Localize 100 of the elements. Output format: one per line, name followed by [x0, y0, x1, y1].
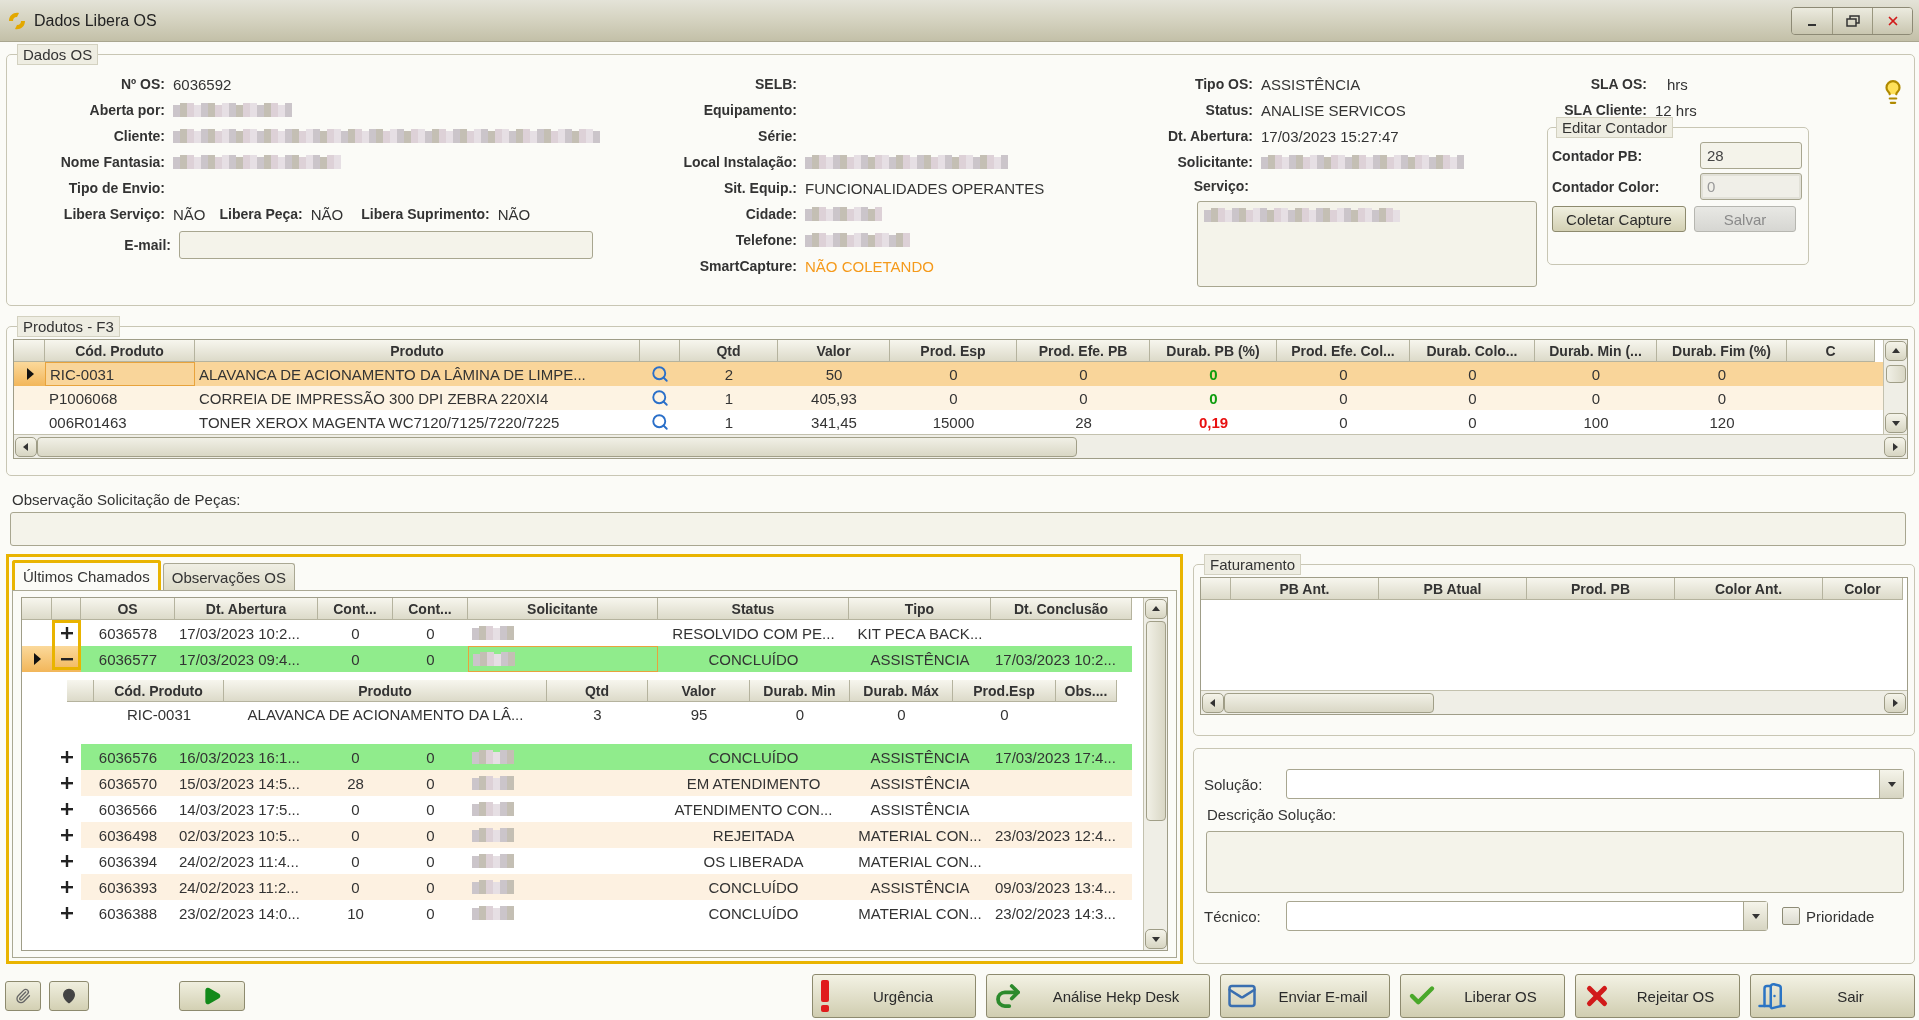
table-cell-text: 006R01463 — [48, 412, 128, 433]
column-header[interactable]: Durab. Min (... — [1535, 340, 1657, 362]
plus-icon[interactable] — [60, 751, 73, 763]
close-button[interactable] — [1872, 7, 1912, 34]
column-header[interactable]: Cód. Produto — [45, 340, 195, 362]
scroll-down-button[interactable] — [1884, 413, 1907, 433]
table-row[interactable]: 6036393 24/02/2023 11:2... 0 0 CONCLUÍDO ASSISTÊNCIA 09/03/2023 13:4... — [81, 874, 1132, 900]
scroll-up-button[interactable] — [1144, 599, 1167, 619]
scroll-thumb[interactable] — [37, 436, 1077, 457]
restore-button[interactable] — [1832, 7, 1872, 34]
exit-button[interactable]: Sair — [1750, 974, 1915, 1018]
table-row[interactable]: 6036576 16/03/2023 16:1... 0 0 CONCLUÍDO ASSISTÊNCIA 17/03/2023 17:4... — [81, 744, 1132, 770]
reject-button[interactable]: Rejeitar OS — [1575, 974, 1740, 1018]
column-header[interactable]: Durab. Colo... — [1410, 340, 1535, 362]
search-icon[interactable] — [651, 365, 669, 383]
row-selector[interactable] — [22, 646, 52, 672]
column-header[interactable]: Valor — [648, 680, 750, 702]
column-header[interactable]: Dt. Abertura — [175, 598, 318, 620]
table-row[interactable]: RIC-0031 ALAVANCA DE ACIONAMENTO DA LÂMINA DE LIMPE... 2 50 0 0 0 0 0 0 0 — [14, 362, 1883, 386]
tab[interactable]: Últimos Chamados — [12, 560, 161, 590]
scroll-left-button[interactable] — [15, 436, 37, 457]
column-header[interactable]: Cont... — [318, 598, 393, 620]
column-header[interactable]: Durab. Fim (%) — [1657, 340, 1787, 362]
scroll-right-button[interactable] — [1884, 692, 1906, 713]
capture-button[interactable]: Coletar Capture — [1552, 206, 1686, 232]
vertical-scrollbar[interactable] — [1883, 340, 1907, 434]
column-header[interactable]: Cont... — [393, 598, 468, 620]
priority-checkbox[interactable]: Prioridade — [1782, 907, 1875, 925]
column-header[interactable]: Durab. Máx — [850, 680, 953, 702]
column-header[interactable]: Prod. PB — [1527, 578, 1675, 600]
table-row[interactable]: 6036570 15/03/2023 14:5... 28 0 EM ATENDIMENTO ASSISTÊNCIA — [81, 770, 1132, 796]
table-row[interactable]: P1006068 CORREIA DE IMPRESSÃO 300 DPI ZEBRA 220XI4 1 405,93 0 0 0 0 0 0 0 — [14, 386, 1883, 410]
counter-field[interactable]: 28 — [1700, 142, 1802, 169]
column-header[interactable]: Produto — [195, 340, 640, 362]
attach-button[interactable] — [5, 981, 41, 1011]
table-row[interactable]: 6036498 02/03/2023 10:5... 0 0 REJEITADA MATERIAL CON... 23/03/2023 12:4... — [81, 822, 1132, 848]
minimize-button[interactable] — [1792, 7, 1832, 34]
horizontal-scrollbar[interactable] — [14, 434, 1907, 458]
column-header[interactable]: Durab. Min — [750, 680, 850, 702]
table-cell-text: 17/03/2023 17:4... — [994, 747, 1117, 768]
parts-note-field[interactable] — [10, 512, 1906, 546]
scroll-thumb[interactable] — [1145, 621, 1166, 821]
table-cell-text: 15000 — [931, 412, 976, 433]
column-header[interactable]: Prod. Efe. Col... — [1277, 340, 1410, 362]
plus-icon[interactable] — [60, 829, 73, 841]
field-label: Libera Serviço: — [62, 206, 166, 222]
column-header[interactable]: PB Atual — [1379, 578, 1527, 600]
field-label: Local Instalação: — [682, 154, 798, 170]
column-header[interactable]: Produto — [224, 680, 547, 702]
email-field[interactable] — [179, 231, 593, 259]
column-header[interactable]: Qtd — [547, 680, 648, 702]
column-header[interactable]: OS — [81, 598, 175, 620]
column-header[interactable]: Color — [1823, 578, 1903, 600]
location-button[interactable] — [49, 981, 89, 1011]
plus-icon[interactable] — [60, 907, 73, 919]
column-header[interactable]: C — [1787, 340, 1875, 362]
horizontal-scrollbar[interactable] — [1201, 690, 1907, 714]
scroll-thumb[interactable] — [1885, 365, 1906, 383]
column-header[interactable]: Dt. Conclusão — [991, 598, 1132, 620]
row-selector[interactable] — [14, 362, 45, 386]
search-icon[interactable] — [651, 389, 669, 407]
urgent-button[interactable]: Urgência — [812, 974, 976, 1018]
plus-icon[interactable] — [60, 881, 73, 893]
plus-icon[interactable] — [60, 777, 73, 789]
scroll-thumb[interactable] — [1224, 692, 1434, 713]
column-header[interactable]: PB Ant. — [1231, 578, 1379, 600]
window-title: Dados Libera OS — [34, 11, 157, 30]
column-header[interactable]: Durab. PB (%) — [1150, 340, 1277, 362]
column-header[interactable]: Status — [658, 598, 849, 620]
scroll-down-button[interactable] — [1144, 929, 1167, 949]
column-header[interactable]: Obs.... — [1056, 680, 1117, 702]
column-header[interactable]: Prod.Esp — [953, 680, 1056, 702]
service-field[interactable] — [1197, 201, 1537, 287]
column-header[interactable]: Prod. Esp — [890, 340, 1017, 362]
scroll-left-button[interactable] — [1202, 692, 1224, 713]
table-cell-text: 28 — [1074, 412, 1093, 433]
plus-icon[interactable] — [60, 855, 73, 867]
plus-icon[interactable] — [60, 803, 73, 815]
mail-button[interactable]: Enviar E-mail — [1220, 974, 1390, 1018]
column-header[interactable]: Cód. Produto — [94, 680, 224, 702]
table-cell-text: ALAVANCA DE ACIONAMENTO DA LÂ... — [246, 704, 525, 725]
scroll-up-button[interactable] — [1884, 341, 1907, 361]
column-header[interactable]: Qtd — [680, 340, 778, 362]
approve-button[interactable]: Liberar OS — [1400, 974, 1565, 1018]
column-header[interactable]: Tipo — [849, 598, 991, 620]
table-cell-text: 0 — [425, 877, 436, 898]
tab[interactable]: Observações OS — [162, 563, 295, 590]
search-icon[interactable] — [651, 413, 669, 431]
scroll-right-button[interactable] — [1884, 436, 1906, 457]
column-header[interactable]: Solicitante — [468, 598, 658, 620]
column-header[interactable]: Valor — [778, 340, 890, 362]
column-header[interactable]: Prod. Efe. PB — [1017, 340, 1150, 362]
plus-icon[interactable] — [60, 627, 73, 639]
table-row[interactable]: 6036577 17/03/2023 09:4... 0 0 CONCLUÍDO ASSISTÊNCIA 17/03/2023 10:2... — [81, 646, 1132, 672]
column-header[interactable]: Color Ant. — [1675, 578, 1823, 600]
field-label: Telefone: — [734, 232, 798, 248]
play-button[interactable] — [179, 981, 245, 1011]
description-field[interactable] — [1206, 831, 1904, 893]
vertical-scrollbar[interactable] — [1143, 598, 1167, 950]
forward-button[interactable]: Análise Hekp Desk — [986, 974, 1210, 1018]
